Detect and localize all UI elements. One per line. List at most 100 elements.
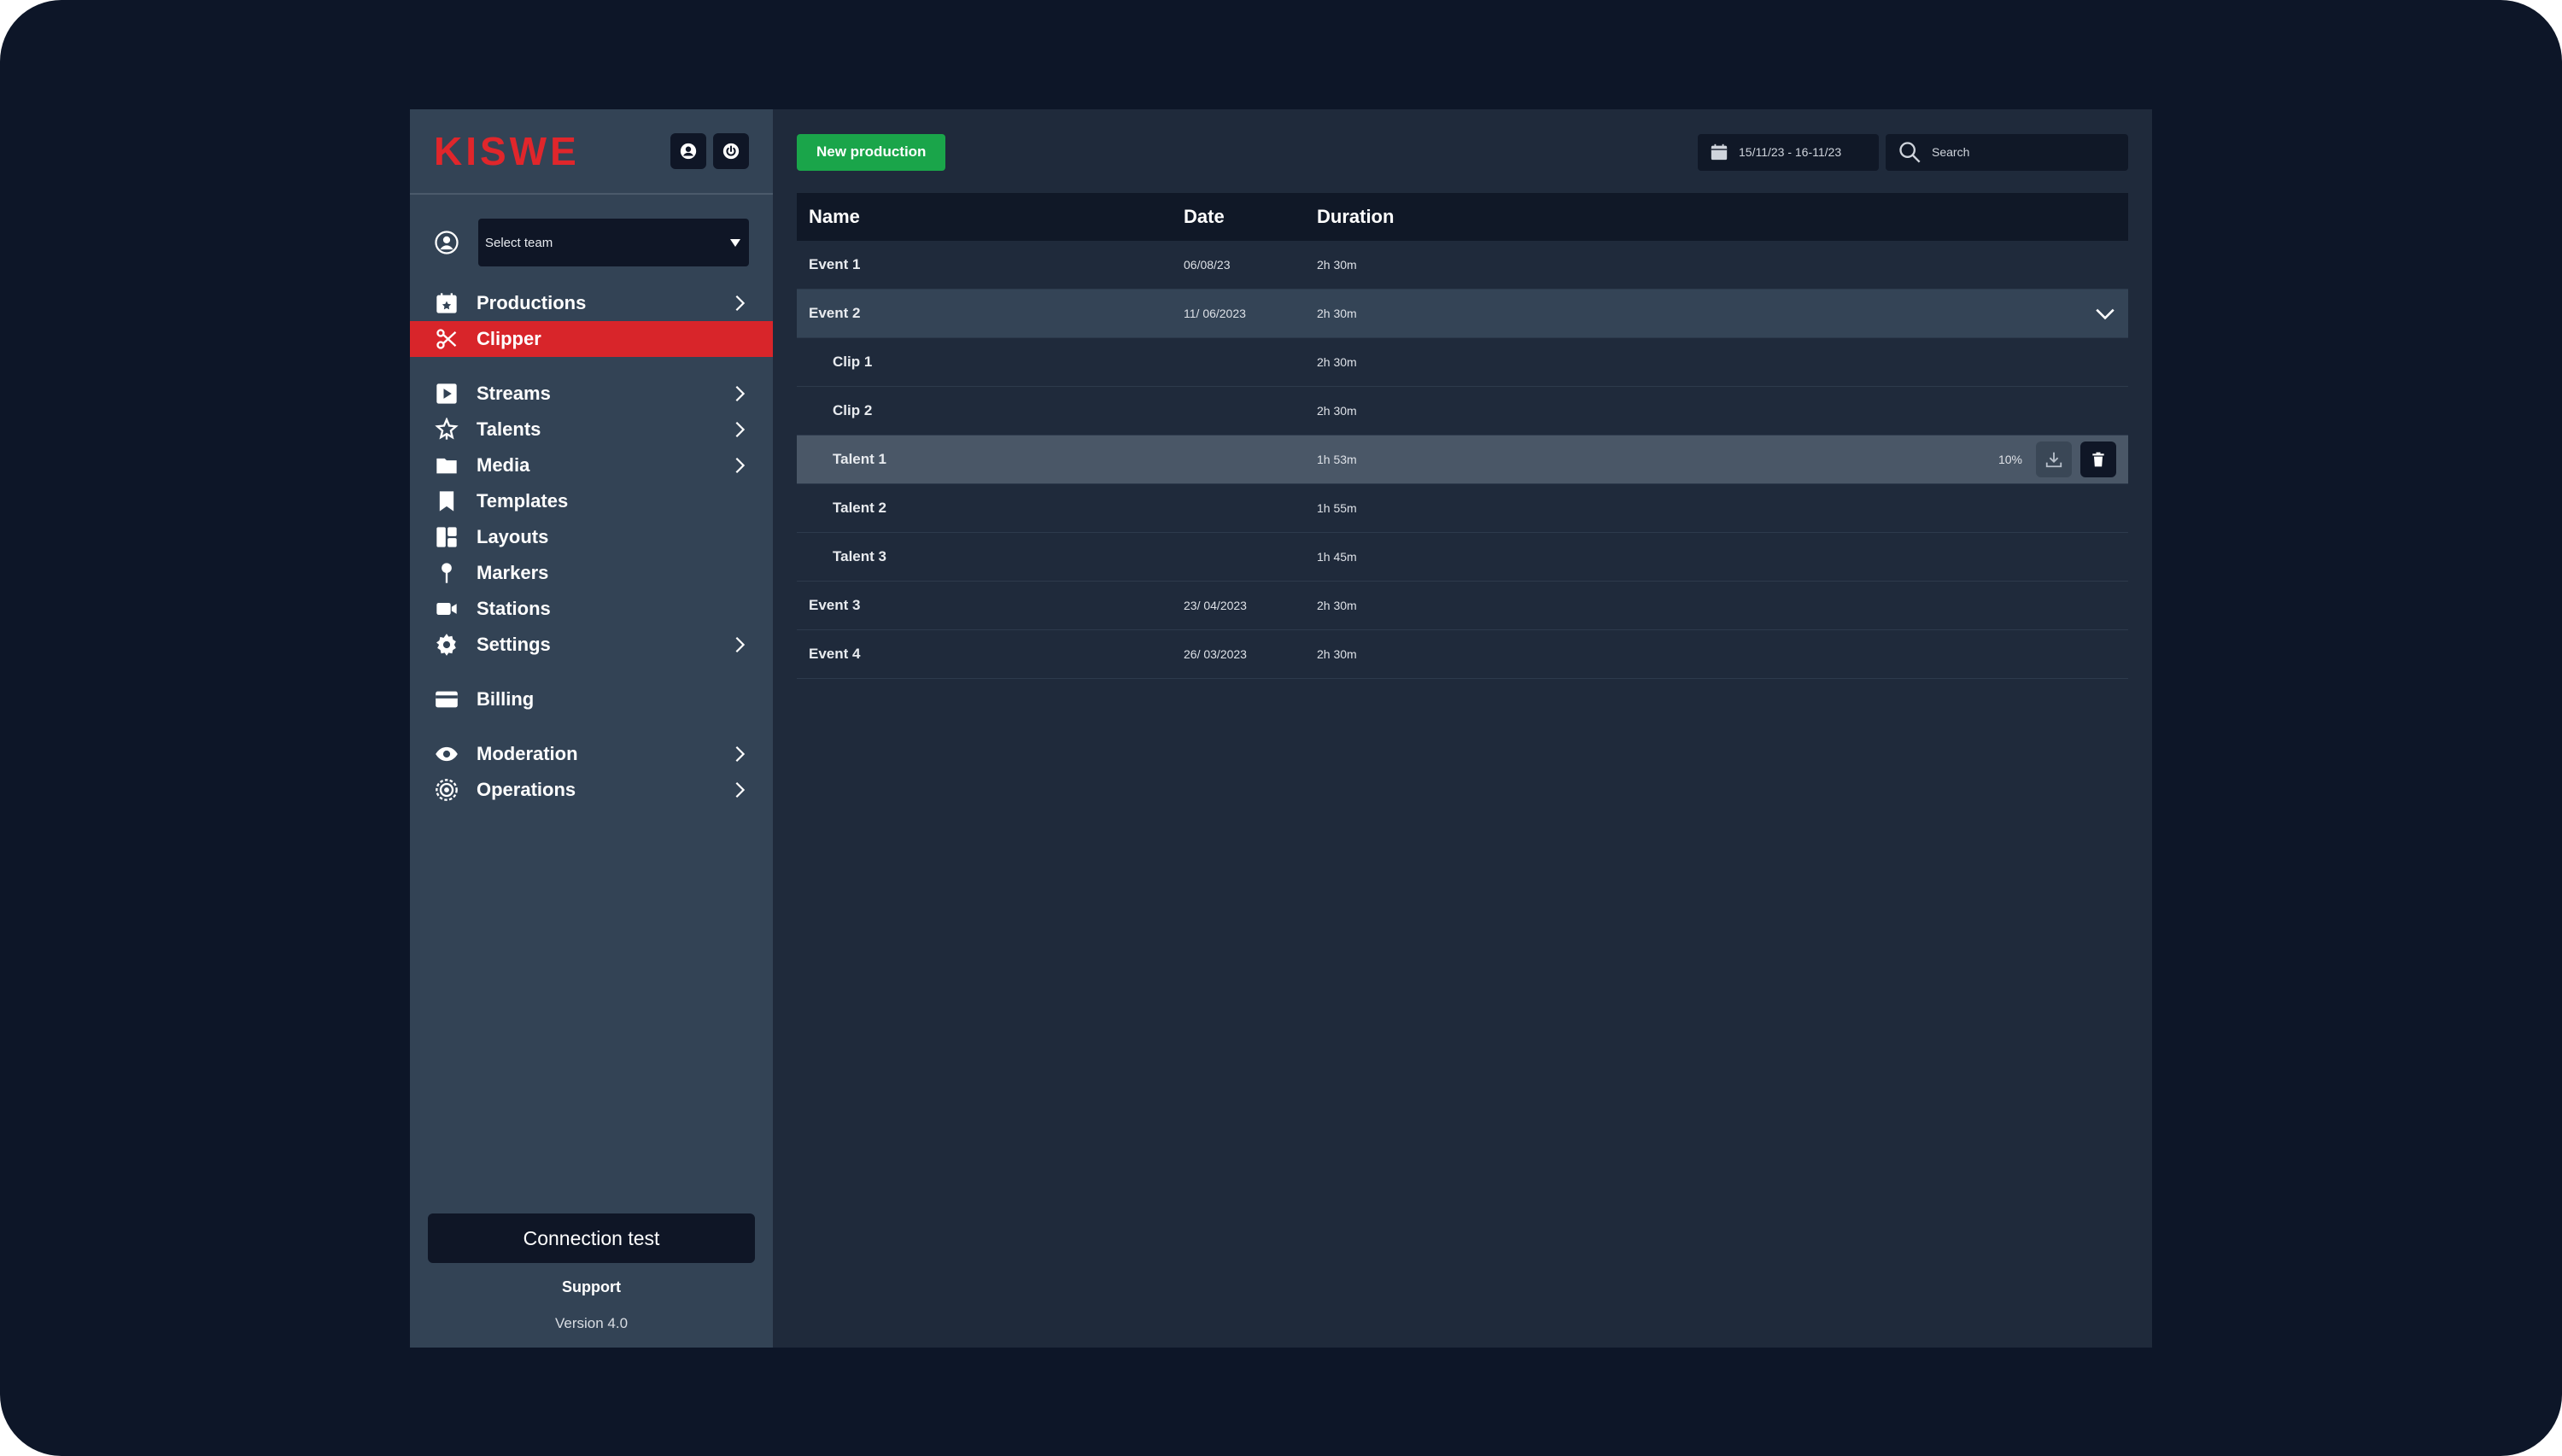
power-button[interactable] bbox=[713, 133, 749, 169]
sidebar-item-markers[interactable]: Markers bbox=[410, 555, 773, 591]
pin-icon bbox=[434, 560, 459, 586]
date-range-value: 15/11/23 - 16-11/23 bbox=[1739, 145, 1842, 159]
chevron-right-icon bbox=[735, 295, 746, 312]
main-content: New production 15/11/23 - 16-11/23 Searc… bbox=[773, 109, 2152, 1348]
table-row[interactable]: Event 4 26/ 03/2023 2h 30m bbox=[797, 630, 2128, 679]
row-duration: 1h 45m bbox=[1317, 550, 1357, 564]
sidebar-item-talents[interactable]: Talents bbox=[410, 412, 773, 447]
productions-table: Name Date Duration Event 1 06/08/23 2h 3… bbox=[797, 193, 2128, 679]
gear-icon bbox=[434, 632, 459, 658]
sidebar: KISWE Select team Productions Clipper St… bbox=[410, 109, 773, 1348]
sidebar-nav: Productions Clipper Streams Talents Medi… bbox=[410, 285, 773, 808]
sidebar-header: KISWE bbox=[410, 109, 773, 195]
row-name: Event 1 bbox=[809, 256, 861, 272]
row-date: 26/ 03/2023 bbox=[1184, 647, 1247, 661]
sidebar-item-label: Markers bbox=[477, 562, 549, 583]
download-progress: 10% bbox=[1998, 453, 2022, 466]
sidebar-item-media[interactable]: Media bbox=[410, 447, 773, 483]
sidebar-footer: Connection test Support Version 4.0 bbox=[410, 1213, 773, 1348]
kiswe-logo: KISWE bbox=[434, 129, 580, 173]
credit-card-icon bbox=[434, 687, 459, 712]
row-duration: 2h 30m bbox=[1317, 355, 1357, 369]
eye-icon bbox=[434, 741, 459, 767]
sidebar-item-settings[interactable]: Settings bbox=[410, 627, 773, 663]
search-icon bbox=[1899, 142, 1921, 163]
download-button[interactable] bbox=[2036, 441, 2072, 477]
chevron-right-icon bbox=[735, 385, 746, 402]
team-select[interactable]: Select team bbox=[478, 219, 749, 266]
row-duration: 2h 30m bbox=[1317, 647, 1357, 661]
table-row[interactable]: Talent 3 1h 45m bbox=[797, 533, 2128, 582]
row-duration: 2h 30m bbox=[1317, 599, 1357, 612]
sidebar-item-clipper[interactable]: Clipper bbox=[410, 321, 773, 357]
table-row[interactable]: Event 2 11/ 06/2023 2h 30m bbox=[797, 289, 2128, 338]
support-link[interactable]: Support bbox=[428, 1278, 755, 1296]
sidebar-item-label: Clipper bbox=[477, 328, 541, 349]
chevron-right-icon bbox=[735, 746, 746, 763]
sidebar-item-label: Productions bbox=[477, 292, 587, 313]
table-header: Name Date Duration bbox=[797, 193, 2128, 241]
sidebar-item-layouts[interactable]: Layouts bbox=[410, 519, 773, 555]
user-circle-icon bbox=[680, 143, 697, 160]
sidebar-item-label: Streams bbox=[477, 383, 551, 404]
trash-icon bbox=[2092, 452, 2104, 467]
chevron-right-icon bbox=[735, 457, 746, 474]
sidebar-item-label: Media bbox=[477, 454, 530, 476]
table-row[interactable]: Talent 1 1h 53m 10% bbox=[797, 436, 2128, 484]
new-production-button[interactable]: New production bbox=[797, 133, 946, 171]
table-row[interactable]: Clip 2 2h 30m bbox=[797, 387, 2128, 436]
search-input[interactable]: Search bbox=[1886, 133, 2128, 171]
video-camera-icon bbox=[434, 596, 459, 622]
sidebar-item-label: Stations bbox=[477, 598, 551, 619]
calendar-star-icon bbox=[434, 290, 459, 316]
table-row[interactable]: Clip 1 2h 30m bbox=[797, 338, 2128, 387]
caret-down-icon bbox=[730, 239, 740, 247]
sidebar-item-label: Billing bbox=[477, 688, 535, 710]
date-range-picker[interactable]: 15/11/23 - 16-11/23 bbox=[1698, 133, 1879, 171]
app-window: KISWE Select team Productions Clipper St… bbox=[410, 109, 2152, 1348]
sidebar-item-stations[interactable]: Stations bbox=[410, 591, 773, 627]
row-name: Event 3 bbox=[809, 597, 861, 613]
row-date: 06/08/23 bbox=[1184, 258, 1231, 272]
sidebar-item-label: Talents bbox=[477, 418, 541, 440]
folder-icon bbox=[434, 453, 459, 478]
row-name: Clip 2 bbox=[833, 402, 873, 418]
chevron-down-icon[interactable] bbox=[2094, 302, 2116, 325]
layout-icon bbox=[434, 524, 459, 550]
sidebar-item-operations[interactable]: Operations bbox=[410, 772, 773, 808]
profile-button[interactable] bbox=[670, 133, 706, 169]
power-icon bbox=[722, 143, 740, 160]
sidebar-item-billing[interactable]: Billing bbox=[410, 681, 773, 717]
column-header-date[interactable]: Date bbox=[1184, 206, 1317, 228]
sidebar-item-streams[interactable]: Streams bbox=[410, 376, 773, 412]
sidebar-item-label: Operations bbox=[477, 779, 576, 800]
chevron-right-icon bbox=[735, 781, 746, 798]
play-icon bbox=[434, 381, 459, 406]
team-select-value: Select team bbox=[485, 235, 553, 250]
bookmark-icon bbox=[434, 488, 459, 514]
row-name: Event 2 bbox=[809, 305, 861, 321]
table-row[interactable]: Talent 2 1h 55m bbox=[797, 484, 2128, 533]
chevron-right-icon bbox=[735, 421, 746, 438]
sidebar-item-label: Settings bbox=[477, 634, 551, 655]
table-row[interactable]: Event 3 23/ 04/2023 2h 30m bbox=[797, 582, 2128, 630]
row-name: Talent 1 bbox=[833, 451, 886, 467]
sidebar-item-templates[interactable]: Templates bbox=[410, 483, 773, 519]
delete-button[interactable] bbox=[2080, 441, 2116, 477]
search-placeholder: Search bbox=[1932, 145, 1970, 159]
star-person-icon bbox=[434, 417, 459, 442]
row-duration: 2h 30m bbox=[1317, 404, 1357, 418]
column-header-duration[interactable]: Duration bbox=[1317, 206, 1573, 228]
sidebar-item-productions[interactable]: Productions bbox=[410, 285, 773, 321]
row-date: 11/ 06/2023 bbox=[1184, 307, 1246, 320]
table-row[interactable]: Event 1 06/08/23 2h 30m bbox=[797, 241, 2128, 289]
column-header-name[interactable]: Name bbox=[809, 206, 1184, 228]
sidebar-item-moderation[interactable]: Moderation bbox=[410, 736, 773, 772]
row-name: Talent 2 bbox=[833, 500, 886, 516]
row-duration: 1h 55m bbox=[1317, 501, 1357, 515]
version-label: Version 4.0 bbox=[554, 1315, 629, 1331]
connection-test-button[interactable]: Connection test bbox=[428, 1213, 755, 1263]
screen-frame: KISWE Select team Productions Clipper St… bbox=[0, 0, 2562, 1456]
scissors-icon bbox=[434, 326, 459, 352]
row-duration: 1h 53m bbox=[1317, 453, 1357, 466]
